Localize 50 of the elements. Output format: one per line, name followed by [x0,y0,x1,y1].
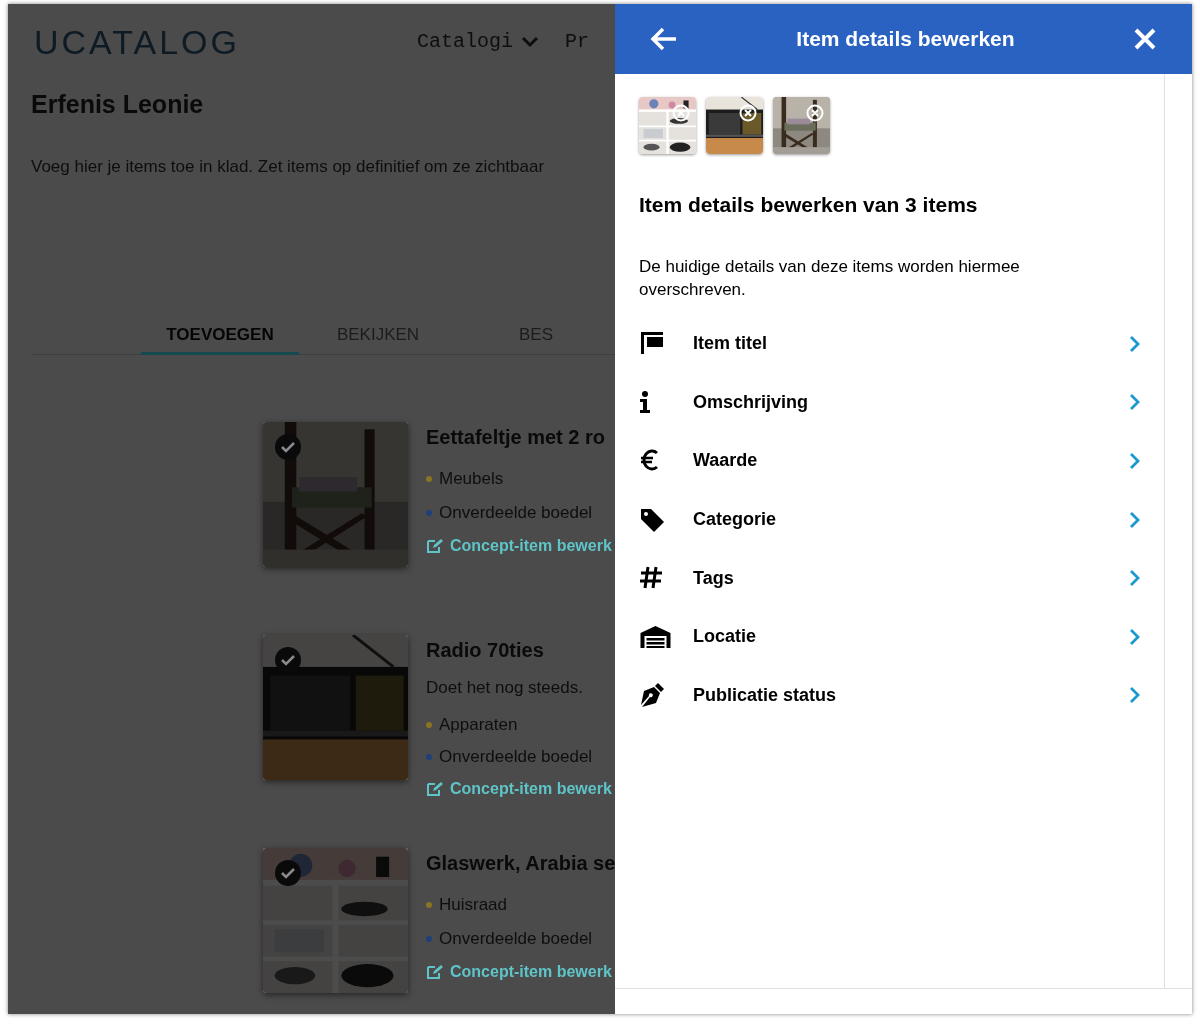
close-icon [1132,26,1158,52]
tag-label: Apparaten [439,713,518,736]
remove-icon[interactable] [672,104,690,122]
nav-menu[interactable]: Catalogi [416,27,539,57]
close-button[interactable] [1132,26,1158,52]
item-title: Glaswerk, Arabia se [426,851,615,876]
tag-label: Onverdeelde boedel [439,502,593,525]
item-title: Eettafeltje met 2 ro [426,425,606,450]
chevron-right-icon [1128,627,1140,646]
tag-label: Meubels [439,468,504,491]
item-title: Radio 70ties [426,638,545,663]
edit-icon [426,538,444,554]
detail-option[interactable]: Waarde [639,431,1144,491]
chevron-right-icon [1128,452,1140,470]
pen-nib-icon [639,682,665,709]
detail-option[interactable]: Tags [639,548,1144,608]
edit-link[interactable]: Concept-item bewerk [426,960,615,984]
check-icon[interactable] [275,860,301,886]
info-icon [639,390,651,415]
intro-text: Voeg hier je items toe in klad. Zet items op definitief om ze zichtbaar [30,155,546,178]
section-heading: Item details bewerken van 3 items [639,192,979,218]
detail-option[interactable]: Omschrijving [639,373,1144,432]
chevron-right-icon [1128,334,1140,353]
chevron-right-icon [1128,686,1140,705]
check-icon[interactable] [275,434,301,460]
page-title: Erfenis Leonie [30,89,205,120]
detail-option[interactable]: Categorie [639,490,1144,549]
tag-label: Onverdeelde boedel [439,746,593,769]
item-description: Doet het nog steeds. [426,677,584,699]
warehouse-icon [639,623,672,650]
detail-option[interactable]: Item titel [639,314,1144,374]
tag-label: Onverdeelde boedel [439,928,593,951]
flag-icon [639,330,665,357]
detail-option[interactable]: Publicatie status [639,666,1144,725]
tag-label: Huisraad [439,894,508,917]
chevron-right-icon [1128,510,1140,529]
edit-icon [426,781,444,797]
chevron-right-icon [1128,393,1140,412]
drawer-title: Item details bewerken [796,26,1015,53]
edit-icon [426,964,444,980]
tab[interactable]: TOEVOEGEN [141,318,299,355]
remove-icon[interactable] [806,104,824,122]
remove-icon[interactable] [739,104,757,122]
description-text: De huidige details van deze items worden hiermee overschreven. [639,255,1021,301]
edit-link[interactable]: Concept-item bewerk [426,534,612,558]
chevron-right-icon [1128,569,1140,588]
tag-icon [639,506,665,533]
detail-option[interactable]: Locatie [639,607,1144,667]
edit-link[interactable]: Concept-item bewerk [426,777,612,801]
nav-menu[interactable]: Pr [565,27,589,57]
